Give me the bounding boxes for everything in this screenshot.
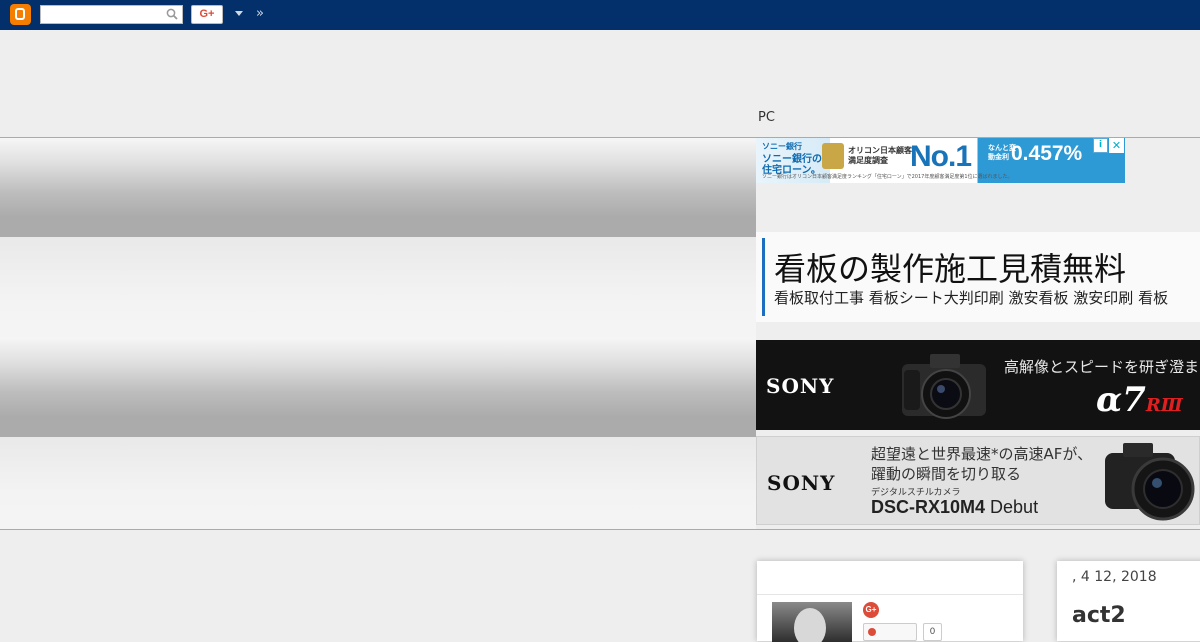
camera-icon	[1105, 443, 1195, 521]
blogger-navbar: G+ »	[0, 0, 1200, 30]
rate-value: 0.457%	[1011, 142, 1083, 165]
profile-widget: G+ 0	[757, 561, 1023, 642]
ad-tagline: 躍動の瞬間を切り取る	[871, 465, 1022, 483]
gplus-share-button[interactable]: G+	[191, 5, 223, 24]
model-main: α7	[1096, 380, 1146, 420]
sony-rx10-ad-banner[interactable]: SONY 超望遠と世界最速*の高速AFが、 躍動の瞬間を切り取る デジタルスチル…	[756, 436, 1200, 525]
header-band	[0, 337, 756, 437]
ad-title[interactable]: 看板の製作施工見積無料	[774, 244, 1126, 290]
header-band	[0, 138, 756, 237]
bank-ad-banner[interactable]: ソニー銀行 ソニー銀行の住宅ローン。 オリコン日本顧客満足度調査 No.1 なん…	[756, 138, 1125, 183]
blogger-logo-icon[interactable]	[10, 4, 31, 25]
ad-tagline: 高解像とスピードを研ぎ澄まし	[1004, 358, 1200, 376]
sony-logo: SONY	[767, 471, 836, 495]
model-name: DSC-RX10M4 Debut	[871, 497, 1038, 518]
oricon-label: オリコン日本顧客満足度調査	[848, 146, 912, 165]
sony-logo: SONY	[766, 374, 835, 398]
sony-alpha-ad-banner[interactable]: SONY 高解像とスピードを研ぎ澄まし α7RⅢ	[756, 340, 1200, 430]
header-band	[0, 237, 756, 337]
accent-bar	[762, 238, 765, 316]
more-button[interactable]: »	[256, 6, 264, 21]
close-icon[interactable]: ✕	[1109, 138, 1124, 153]
ad-controls: i ✕	[1093, 138, 1125, 153]
chevron-down-icon[interactable]	[235, 11, 243, 16]
ad-subtitle: 看板取付工事 看板シート大判印刷 激安看板 激安印刷 看板	[774, 289, 1169, 307]
bank-name: ソニー銀行	[762, 142, 802, 151]
ad-tagline: 超望遠と世界最速*の高速AFが、	[871, 445, 1093, 463]
model-name: α7RⅢ	[1096, 380, 1183, 420]
follow-button[interactable]	[863, 623, 917, 641]
header-divider	[0, 529, 1200, 530]
post-date: , 4 12, 2018	[1072, 569, 1157, 585]
model-code: DSC-RX10M4	[871, 497, 986, 517]
camera-icon	[902, 354, 986, 419]
search-icon[interactable]	[166, 8, 178, 20]
search-input[interactable]	[40, 5, 183, 24]
info-icon[interactable]: i	[1093, 138, 1108, 153]
debut-label: Debut	[985, 497, 1039, 517]
model-suffix: RⅢ	[1145, 395, 1183, 416]
follow-count: 0	[923, 623, 942, 641]
no1-label: No.1	[910, 140, 972, 173]
avatar[interactable]	[772, 602, 852, 642]
gplus-icon[interactable]: G+	[863, 602, 879, 618]
post-widget: , 4 12, 2018 act2	[1057, 561, 1200, 641]
widget-divider	[757, 594, 1023, 595]
header-band	[0, 437, 756, 529]
sign-ad-banner[interactable]: 看板の製作施工見積無料 看板取付工事 看板シート大判印刷 激安看板 激安印刷 看…	[756, 232, 1200, 322]
ad-disclaimer: ソニー銀行はオリコン日本顧客満足度ランキング「住宅ローン」で2017年度顧客満足…	[762, 174, 1013, 180]
section-label: PC	[758, 110, 775, 125]
post-title[interactable]: act2	[1072, 603, 1126, 628]
medal-icon	[822, 143, 844, 169]
